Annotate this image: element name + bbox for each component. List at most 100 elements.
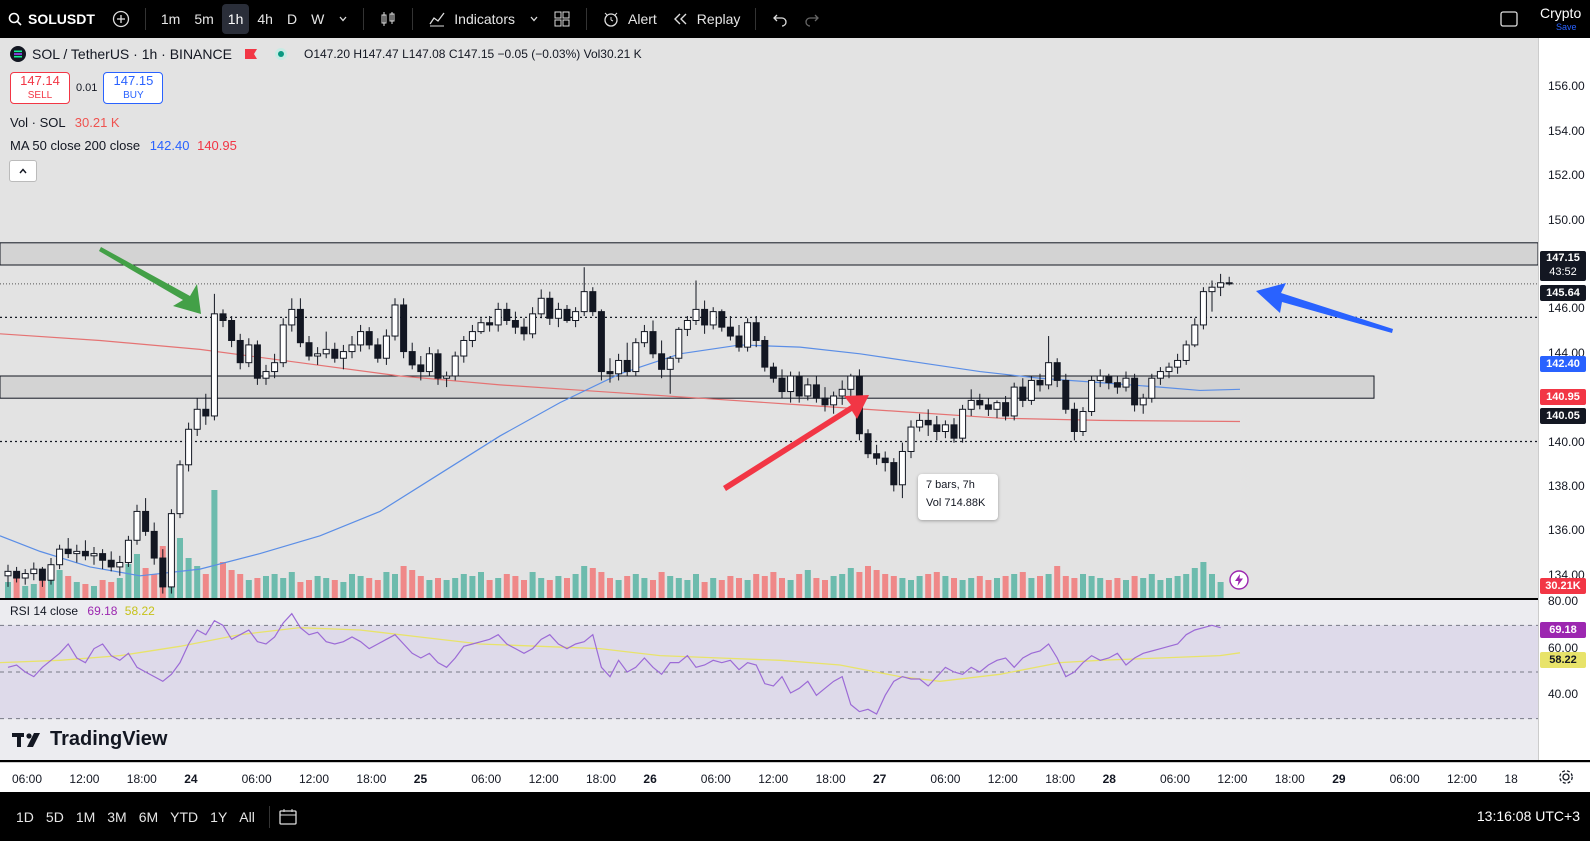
volume-bar xyxy=(985,580,992,598)
volume-bar xyxy=(813,578,820,598)
rsi-ma-value: 58.22 xyxy=(124,604,155,618)
layout-title: Crypto xyxy=(1540,5,1582,21)
range-3m[interactable]: 3M xyxy=(101,809,132,825)
volume-bar xyxy=(959,580,966,598)
indicators-button[interactable]: Indicators xyxy=(422,4,521,34)
lightning-icon xyxy=(1229,570,1249,590)
undo-button[interactable] xyxy=(765,4,795,34)
candle-body xyxy=(606,371,614,375)
compare-button[interactable] xyxy=(106,4,136,34)
interval-dropdown[interactable] xyxy=(332,4,354,34)
time-tick-label: 06:00 xyxy=(12,772,43,786)
layout-name[interactable]: Crypto Save xyxy=(1540,6,1581,34)
volume-bar xyxy=(392,574,398,598)
volume-bar xyxy=(116,578,123,598)
candle-body xyxy=(357,331,365,346)
candle-body xyxy=(21,573,29,579)
price-pane[interactable]: SOL / TetherUS · 1h · BINANCE O147.20 H1… xyxy=(0,38,1538,598)
rsi-chart[interactable] xyxy=(0,600,1538,760)
range-ytd[interactable]: YTD xyxy=(164,809,204,825)
range-6m[interactable]: 6M xyxy=(133,809,164,825)
alert-button[interactable]: Alert xyxy=(596,4,663,34)
candle-body xyxy=(1122,377,1130,388)
volume-bar xyxy=(30,584,37,598)
range-1y[interactable]: 1Y xyxy=(204,809,233,825)
volume-indicator-legend[interactable]: Vol · SOL 30.21 K xyxy=(10,115,120,130)
candle-body xyxy=(288,308,296,326)
axis-settings-button[interactable] xyxy=(1558,769,1574,790)
sell-button[interactable]: 147.14 SELL xyxy=(10,72,70,104)
candle-body xyxy=(47,564,55,581)
price-chart[interactable] xyxy=(0,38,1538,598)
separator xyxy=(268,805,270,828)
rsi-legend[interactable]: RSI 14 close 69.18 58.22 xyxy=(10,604,155,618)
layouts-button[interactable] xyxy=(547,4,577,34)
clock[interactable]: 13:16:08 UTC+3 xyxy=(1477,808,1580,824)
collapse-legend-button[interactable] xyxy=(9,160,37,182)
volume-bar xyxy=(142,568,149,598)
volume-bar xyxy=(925,574,932,598)
interval-1m[interactable]: 1m xyxy=(155,4,186,34)
interval-w[interactable]: W xyxy=(305,4,330,34)
candle-body xyxy=(13,570,21,579)
volume-bar xyxy=(1002,576,1009,598)
volume-bar xyxy=(357,576,364,598)
volume-bar xyxy=(804,570,811,598)
replay-button[interactable]: Replay xyxy=(665,4,747,34)
candle-body xyxy=(537,297,545,315)
candle-body xyxy=(933,424,941,432)
range-5d[interactable]: 5D xyxy=(40,809,70,825)
volume-bar xyxy=(710,578,717,598)
buy-button[interactable]: 147.15 BUY xyxy=(103,72,164,104)
interval-d[interactable]: D xyxy=(281,4,303,34)
fullscreen-button[interactable] xyxy=(1500,11,1518,30)
symbol-label: SOLUSDT xyxy=(28,11,95,27)
candle-body xyxy=(443,375,451,379)
interval-4h[interactable]: 4h xyxy=(251,4,279,34)
volume-bar xyxy=(942,576,949,598)
volume-bar xyxy=(1088,576,1095,598)
volume-bar xyxy=(641,578,648,598)
date-range-button[interactable] xyxy=(278,808,298,826)
candle-body xyxy=(795,375,803,397)
indicators-dropdown[interactable] xyxy=(523,4,545,34)
candle-body xyxy=(1191,324,1199,346)
tradingview-logo[interactable]: TradingView xyxy=(12,728,167,751)
candle-body xyxy=(64,548,72,555)
time-axis[interactable]: 06:00 12:00 18:00 24 06:00 12:00 18:00 25 06:00 1… xyxy=(0,762,1590,793)
volume-bar xyxy=(91,586,97,598)
market-status-icon[interactable] xyxy=(274,47,288,61)
interval-5m[interactable]: 5m xyxy=(188,4,219,34)
flag-icon[interactable] xyxy=(244,48,258,60)
lightning-button[interactable] xyxy=(1229,570,1249,595)
range-1d[interactable]: 1D xyxy=(10,809,40,825)
symbol-search[interactable]: SOLUSDT xyxy=(0,11,105,27)
chart-type-button[interactable] xyxy=(373,4,403,34)
redo-button[interactable] xyxy=(797,4,827,34)
candle-body xyxy=(726,326,734,337)
volume-bar xyxy=(1019,572,1026,598)
rsi-label: RSI 14 close xyxy=(10,604,79,618)
range-all[interactable]: All xyxy=(233,809,261,825)
candle-body xyxy=(1053,362,1061,381)
rsi-pane[interactable]: RSI 14 close 69.18 58.22 TradingView xyxy=(0,600,1538,760)
volume-bar xyxy=(865,566,871,598)
candle-body xyxy=(1019,386,1027,401)
candle-body xyxy=(1139,397,1147,406)
candle-body xyxy=(959,408,967,439)
volume-bar xyxy=(727,576,734,598)
volume-bar xyxy=(400,566,407,598)
volume-bar xyxy=(435,578,441,598)
ma-indicator-legend[interactable]: MA 50 close 200 close 142.40 140.95 xyxy=(10,138,237,153)
candle-body xyxy=(408,351,416,366)
volume-bar xyxy=(1011,574,1018,598)
candle-body xyxy=(417,364,425,373)
interval-1h[interactable]: 1h xyxy=(221,4,250,34)
undo-icon xyxy=(773,14,788,27)
candle-body xyxy=(1045,362,1053,386)
time-tick-label: 18:00 xyxy=(356,772,387,786)
range-1m[interactable]: 1M xyxy=(70,809,101,825)
volume-bar xyxy=(73,582,80,598)
candle-body xyxy=(81,550,89,557)
candle-body xyxy=(984,404,992,410)
